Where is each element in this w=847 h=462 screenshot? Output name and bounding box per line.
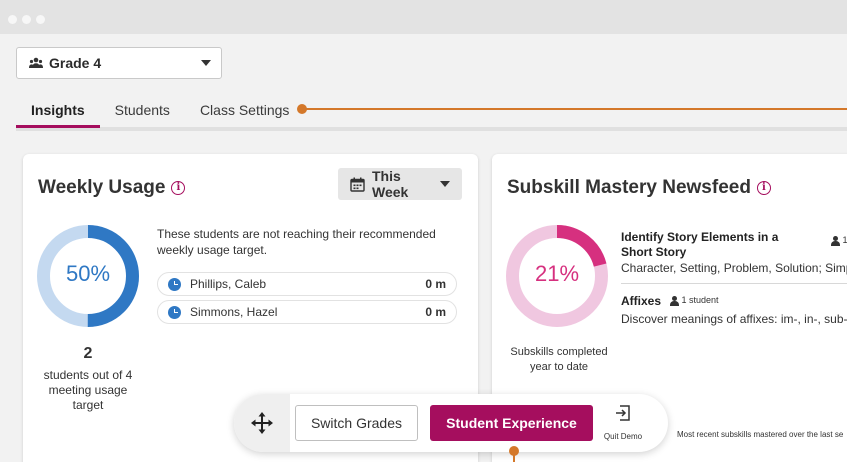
subskill-item-count: 1 <box>831 235 847 246</box>
week-selector[interactable]: This Week <box>338 168 462 200</box>
subskill-item-desc: Character, Setting, Problem, Solution; S… <box>621 261 847 275</box>
exit-icon <box>616 405 630 421</box>
chevron-down-icon <box>440 181 450 187</box>
recent-subskills-note: Most recent subskills mastered over the … <box>677 430 844 439</box>
annotation-line <box>302 108 847 110</box>
annotation-dot <box>509 446 519 456</box>
annotation-dot <box>297 104 307 114</box>
student-row[interactable]: Phillips, Caleb 0 m <box>157 272 457 296</box>
person-icon <box>670 295 679 306</box>
subskill-item-count-text: 1 <box>842 235 847 245</box>
tab-bar: Insights Students Class Settings <box>16 100 304 130</box>
usage-count: 2 <box>83 345 93 362</box>
subskill-title: Subskill Mastery Newsfeed i <box>507 177 771 199</box>
tab-class-settings[interactable]: Class Settings <box>185 100 304 128</box>
student-row[interactable]: Simmons, Hazel 0 m <box>157 300 457 324</box>
student-name: Phillips, Caleb <box>190 277 267 291</box>
quit-demo-label: Quit Demo <box>603 432 643 441</box>
window-close-dot[interactable] <box>8 15 17 24</box>
subskill-item-desc: Discover meanings of affixes: im-, in-, … <box>621 312 847 326</box>
window-titlebar <box>0 0 847 34</box>
grade-selector-label: Grade 4 <box>49 55 102 71</box>
tab-insights[interactable]: Insights <box>16 100 100 128</box>
student-minutes: 0 m <box>425 277 446 291</box>
window-minimize-dot[interactable] <box>22 15 31 24</box>
subskill-item-title[interactable]: Identify Story Elements in a Short Story <box>621 230 811 260</box>
info-icon[interactable]: i <box>171 180 186 195</box>
weekly-usage-title-text: Weekly Usage <box>38 177 166 198</box>
info-icon[interactable]: i <box>756 180 771 195</box>
grade-selector[interactable]: Grade 4 <box>16 47 222 79</box>
subskill-item-count-text: 1 student <box>681 295 719 305</box>
usage-count-caption: students out of 4 meeting usage target <box>43 368 133 412</box>
chevron-down-icon <box>201 60 211 66</box>
person-icon <box>831 235 840 246</box>
usage-percent: 50% <box>65 261 111 286</box>
switch-grades-button[interactable]: Switch Grades <box>295 405 418 441</box>
tab-students[interactable]: Students <box>100 100 185 128</box>
subskill-item-count: 1 student <box>670 295 719 306</box>
app-area: Grade 4 Insights Students Class Settings… <box>0 34 847 462</box>
demo-toolbar: Switch Grades Student Experience Quit De… <box>234 394 668 452</box>
clock-icon <box>168 305 181 319</box>
student-experience-button[interactable]: Student Experience <box>430 405 593 441</box>
subskill-item-title[interactable]: Affixes <box>621 294 661 309</box>
group-icon <box>29 57 43 68</box>
student-name: Simmons, Hazel <box>190 305 278 319</box>
drag-handle[interactable] <box>234 394 290 452</box>
divider <box>621 283 847 284</box>
weekly-usage-title: Weekly Usage i <box>38 177 186 199</box>
week-selector-label: This Week <box>372 168 409 200</box>
subskill-title-text: Subskill Mastery Newsfeed <box>507 177 751 198</box>
mastery-caption: Subskills completed year to date <box>510 346 608 373</box>
move-icon <box>251 412 273 434</box>
quit-demo-button[interactable]: Quit Demo <box>599 402 647 446</box>
window-maximize-dot[interactable] <box>36 15 45 24</box>
student-minutes: 0 m <box>425 305 446 319</box>
mastery-percent: 21% <box>534 261 580 286</box>
clock-icon <box>168 277 181 291</box>
calendar-icon <box>350 177 365 192</box>
usage-warning-text: These students are not reaching their re… <box>157 227 436 257</box>
